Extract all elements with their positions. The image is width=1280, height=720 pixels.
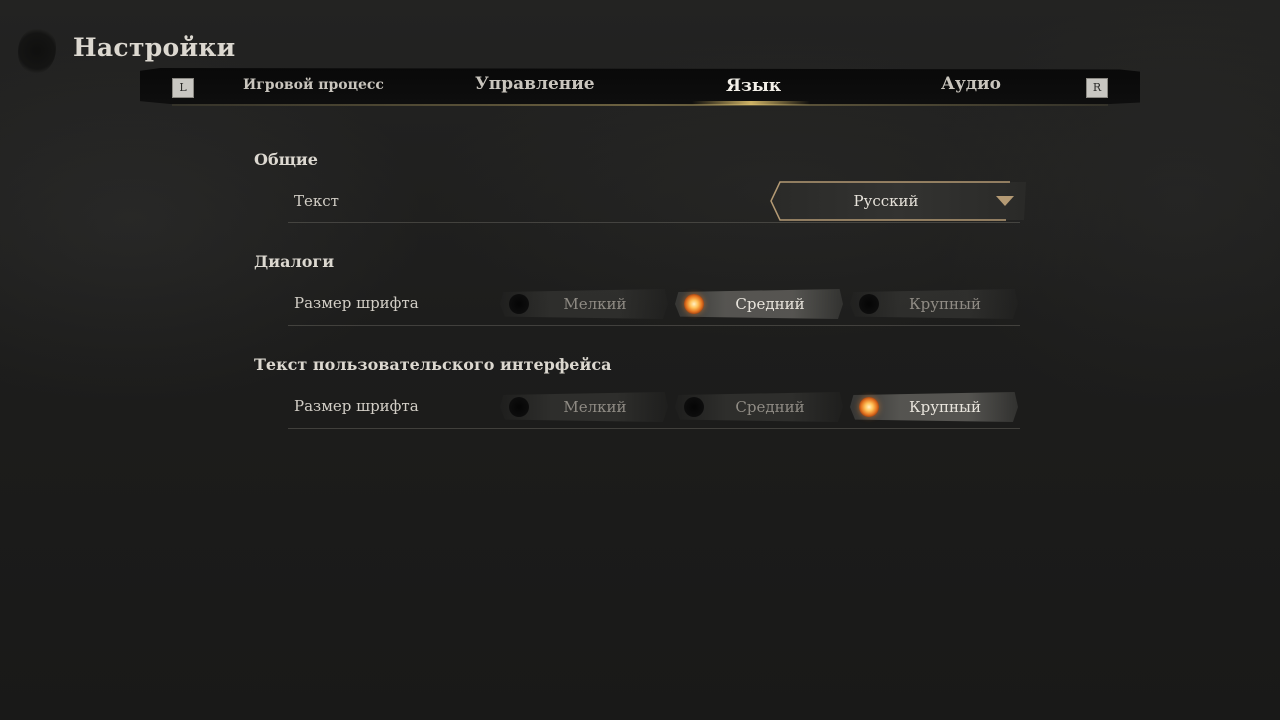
- radio-unselected-icon: [509, 397, 529, 417]
- section-title-ui-text: Текст пользовательского интерфейса: [254, 355, 612, 374]
- active-tab-indicator: [692, 101, 810, 105]
- tab-audio[interactable]: Аудио: [941, 74, 1001, 94]
- row-divider: [288, 325, 1020, 326]
- option-label: Средний: [735, 398, 805, 416]
- row-divider: [288, 428, 1020, 429]
- dropdown-arrow-icon: [996, 196, 1014, 206]
- next-tab-key-r[interactable]: R: [1086, 78, 1108, 98]
- radio-selected-icon: [684, 294, 704, 314]
- section-title-general: Общие: [254, 150, 318, 169]
- tab-bar-underline: [172, 104, 1108, 106]
- option-label: Средний: [735, 295, 805, 313]
- radio-unselected-icon: [684, 397, 704, 417]
- dialogue-font-small-option[interactable]: Мелкий: [500, 289, 668, 319]
- text-language-dropdown[interactable]: Русский: [770, 181, 1028, 221]
- page-title: Настройки: [73, 33, 236, 62]
- option-label: Крупный: [909, 295, 981, 313]
- section-title-dialogues: Диалоги: [254, 252, 335, 271]
- ui-font-small-option[interactable]: Мелкий: [500, 392, 668, 422]
- text-language-label: Текст: [294, 192, 339, 210]
- tab-language[interactable]: Язык: [726, 76, 781, 96]
- radio-unselected-icon: [509, 294, 529, 314]
- ui-font-large-option[interactable]: Крупный: [850, 392, 1018, 422]
- option-label: Мелкий: [563, 398, 627, 416]
- ui-font-size-label: Размер шрифта: [294, 397, 419, 415]
- background: [0, 0, 1280, 720]
- option-label: Крупный: [909, 398, 981, 416]
- dialogue-font-size-label: Размер шрифта: [294, 294, 419, 312]
- dialogue-font-large-option[interactable]: Крупный: [850, 289, 1018, 319]
- text-language-value: Русский: [853, 192, 919, 210]
- ui-font-medium-option[interactable]: Средний: [675, 392, 843, 422]
- tab-controls[interactable]: Управление: [475, 74, 595, 94]
- option-label: Мелкий: [563, 295, 627, 313]
- row-divider: [288, 222, 1020, 223]
- tab-gameplay[interactable]: Игровой процесс: [243, 77, 384, 93]
- radio-selected-icon: [859, 397, 879, 417]
- dialogue-font-medium-option[interactable]: Средний: [675, 289, 843, 319]
- radio-unselected-icon: [859, 294, 879, 314]
- prev-tab-key-l[interactable]: L: [172, 78, 194, 98]
